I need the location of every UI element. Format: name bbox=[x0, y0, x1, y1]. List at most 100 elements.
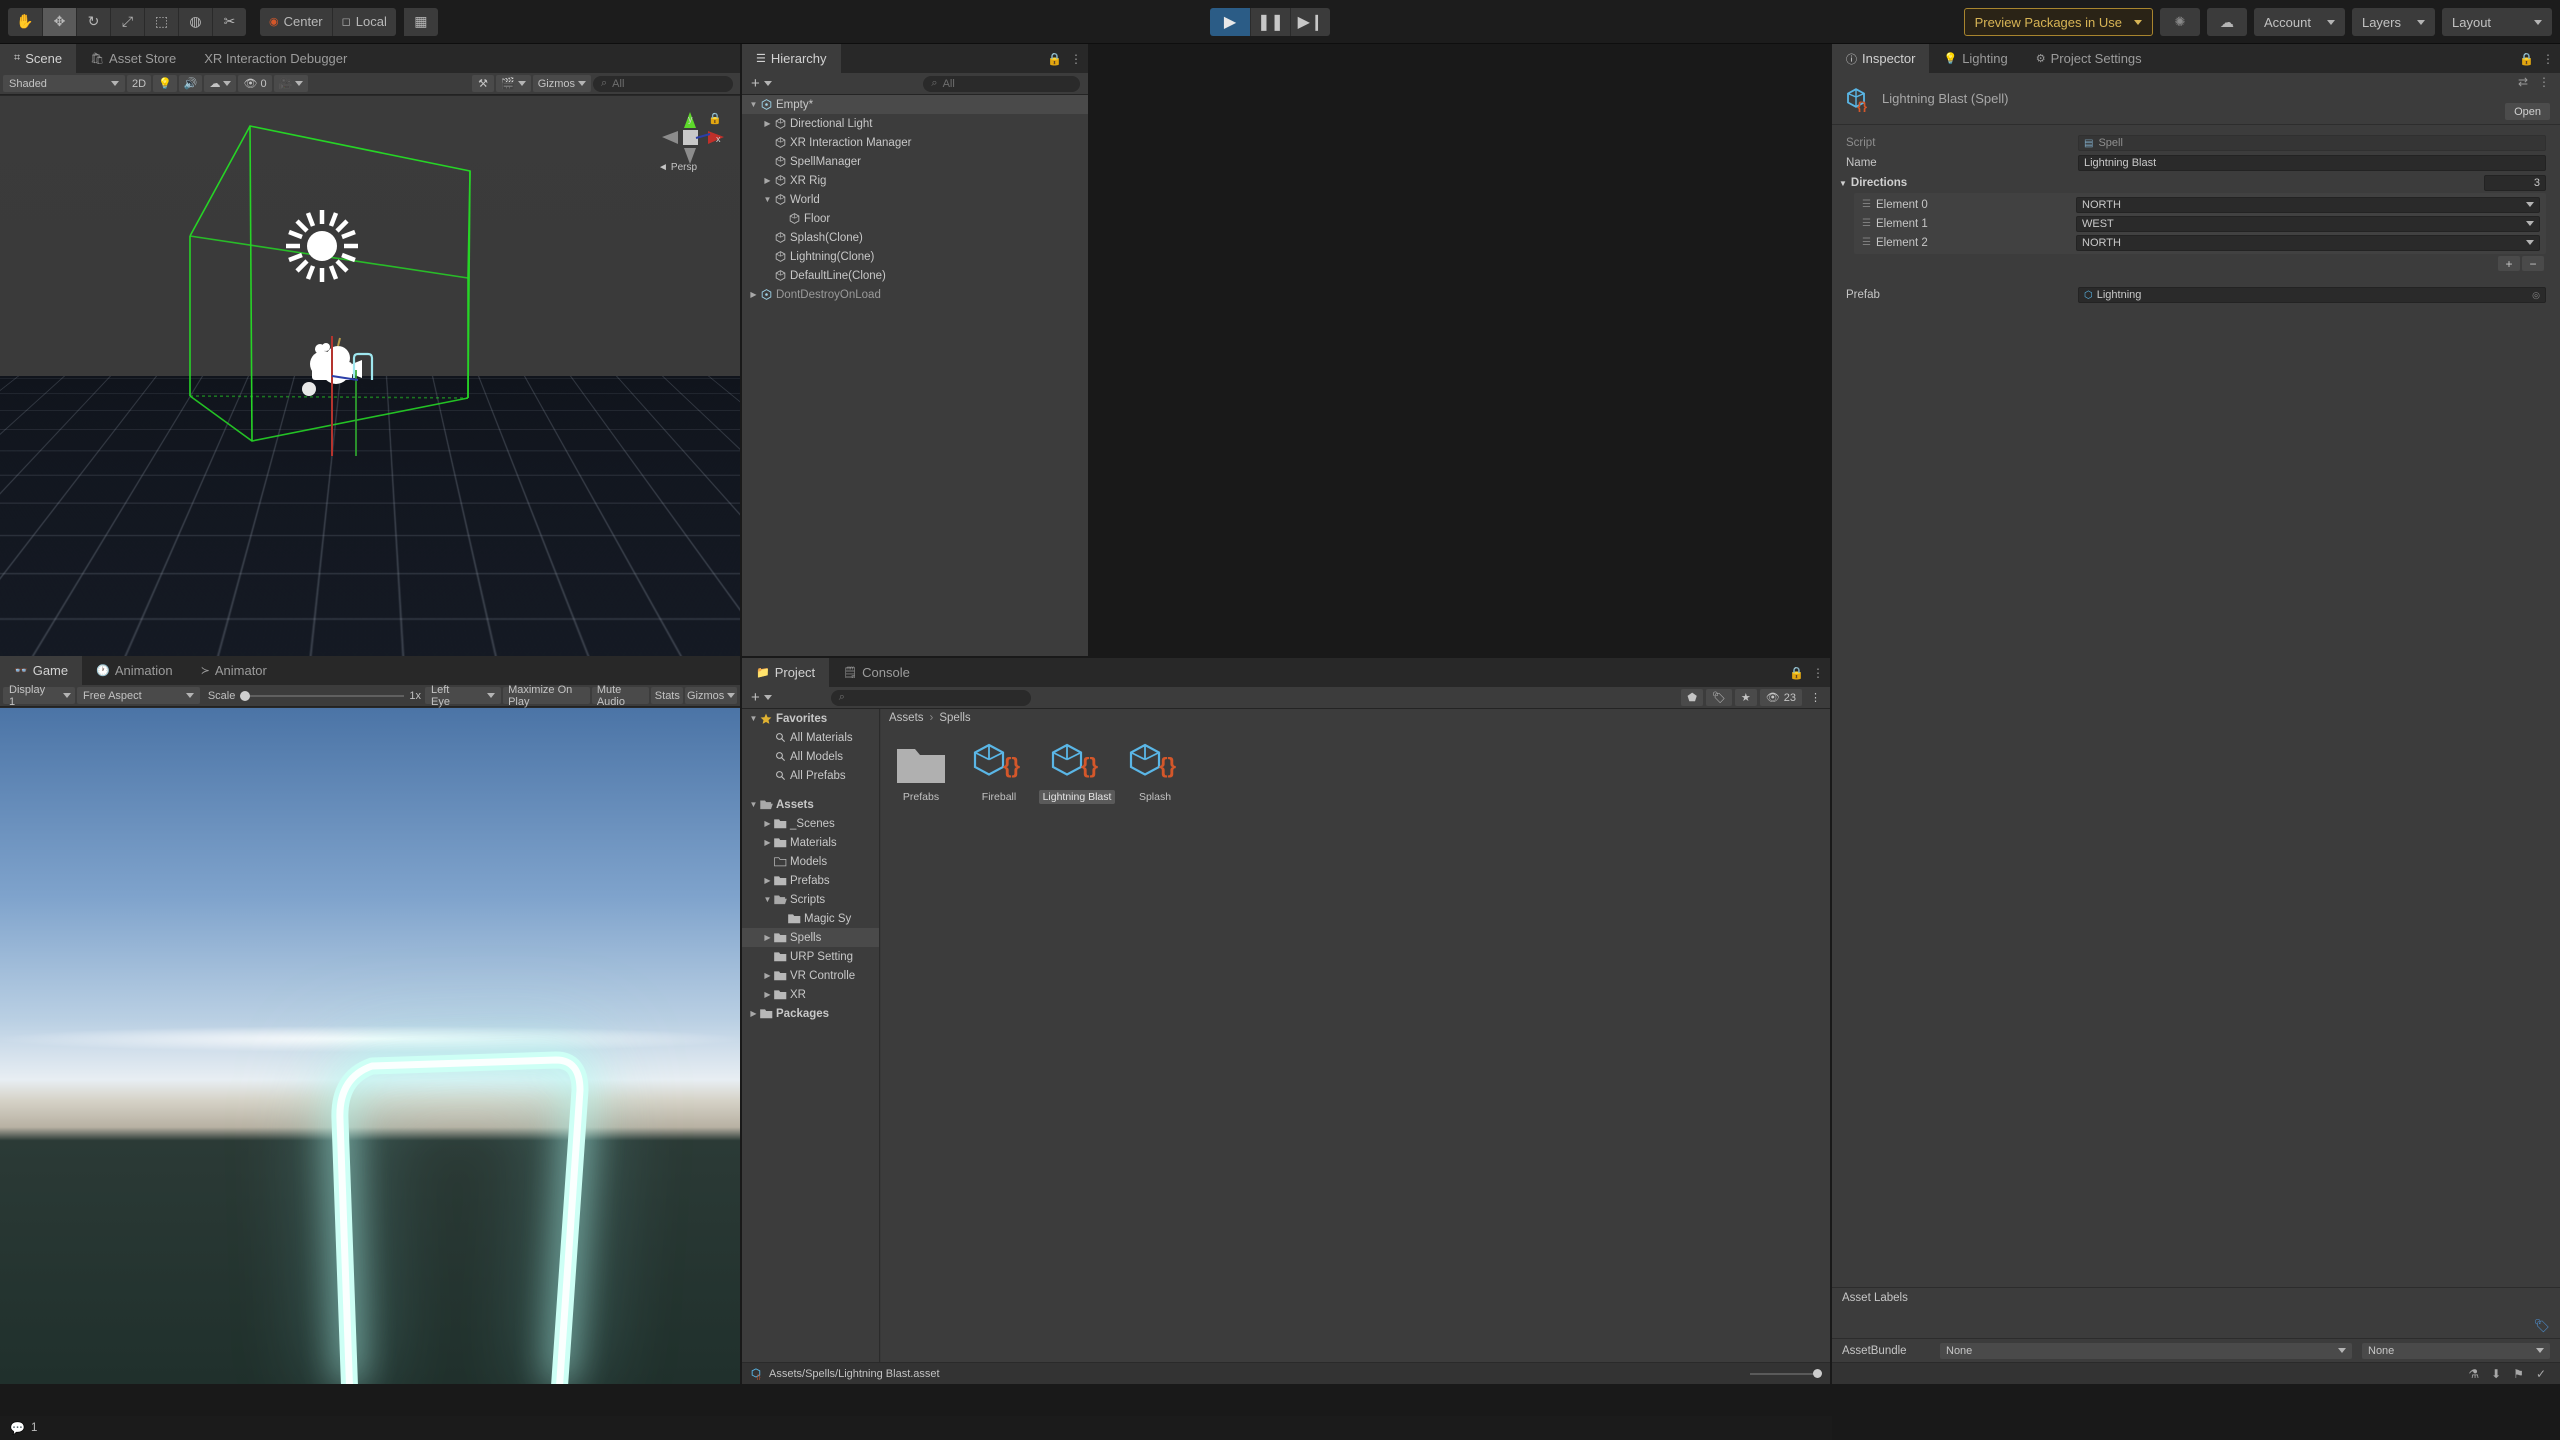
scale-slider[interactable] bbox=[240, 690, 405, 702]
drag-handle-icon[interactable]: ☰ bbox=[1862, 237, 1876, 248]
tab-xr-interaction-debugger[interactable]: XR Interaction Debugger bbox=[190, 44, 361, 73]
hierarchy-item-empty[interactable]: ▼ Empty* bbox=[742, 95, 1088, 114]
step-button[interactable]: ▶❙ bbox=[1290, 8, 1330, 36]
custom-tool-button[interactable]: ✂ bbox=[212, 7, 246, 36]
cloud-button[interactable]: ☁ bbox=[2206, 8, 2247, 36]
directions-element-row-0[interactable]: ☰ Element 0 NORTH bbox=[1854, 195, 2546, 214]
thumbnail-size-slider[interactable] bbox=[1750, 1368, 1822, 1379]
project-kebab-menu[interactable]: ⋮ bbox=[1805, 691, 1826, 704]
scene-visibility-button[interactable]: 👁 0 bbox=[238, 75, 272, 92]
directions-foldout[interactable]: ▼ Directions 3 bbox=[1832, 173, 2560, 193]
tab-scene[interactable]: ⌗ Scene bbox=[0, 44, 77, 73]
name-input[interactable]: Lightning Blast bbox=[2078, 155, 2546, 171]
layout-dropdown[interactable]: Layout bbox=[2442, 8, 2552, 36]
asset-item-lightning-blast[interactable]: {} Lightning Blast bbox=[1038, 741, 1116, 804]
assetbundle-dropdown[interactable]: None bbox=[1940, 1342, 2352, 1359]
hierarchy-item-spellmanager[interactable]: SpellManager bbox=[742, 152, 1088, 171]
kebab-menu-icon[interactable]: ⋮ bbox=[1812, 666, 1824, 680]
scale-slider-handle[interactable] bbox=[240, 690, 251, 701]
element-enum-dropdown[interactable]: NORTH bbox=[2076, 234, 2540, 251]
assetbundle-variant-dropdown[interactable]: None bbox=[2362, 1342, 2550, 1359]
tab-hierarchy[interactable]: ☰ Hierarchy bbox=[742, 44, 841, 73]
project-tree-item-vr-controlle[interactable]: ▶ VR Controlle bbox=[742, 966, 879, 985]
hierarchy-item-defaultline-clone[interactable]: DefaultLine(Clone) bbox=[742, 266, 1088, 285]
project-tree-item-xr[interactable]: ▶ XR bbox=[742, 985, 879, 1004]
pivot-rotation-button[interactable]: ◻ Local bbox=[331, 7, 396, 36]
check-circle-icon[interactable]: ✓ bbox=[2536, 1367, 2546, 1381]
tab-asset-store[interactable]: 🛍 Asset Store bbox=[76, 44, 190, 73]
project-tree-item-prefabs[interactable]: ▶ Prefabs bbox=[742, 871, 879, 890]
twisty-right-icon[interactable]: ▶ bbox=[762, 876, 773, 885]
console-message-icon[interactable]: 💬 bbox=[10, 1421, 25, 1435]
prefab-object-field[interactable]: ⬡ Lightning ◎ bbox=[2078, 287, 2546, 303]
twisty-right-icon[interactable]: ▶ bbox=[762, 119, 773, 128]
twisty-right-icon[interactable]: ▶ bbox=[762, 990, 773, 999]
filter-by-label-button[interactable]: 🏷 bbox=[1705, 689, 1732, 706]
rotate-tool-button[interactable]: ↻ bbox=[76, 7, 110, 36]
breadcrumb-segment[interactable]: Assets bbox=[889, 712, 924, 724]
scene-tools-button[interactable]: ⚒ bbox=[472, 75, 495, 92]
maximize-on-play-button[interactable]: Maximize On Play bbox=[503, 684, 590, 708]
twisty-right-icon[interactable]: ▶ bbox=[762, 971, 773, 980]
lock-icon[interactable]: 🔒 bbox=[1047, 52, 1062, 66]
tab-animator[interactable]: ≻ Animator bbox=[187, 656, 281, 685]
tab-game[interactable]: 👓 Game bbox=[0, 656, 83, 685]
directional-light-gizmo-icon[interactable] bbox=[280, 204, 364, 288]
project-tree-item-packages[interactable]: ▶ Packages bbox=[742, 1004, 879, 1023]
move-tool-button[interactable]: ✥ bbox=[42, 7, 76, 36]
scene-orientation-gizmo[interactable]: y x 🔒 ◄ Persp bbox=[658, 112, 724, 180]
scene-search-input[interactable]: ⌕ All bbox=[593, 75, 733, 92]
directions-element-row-1[interactable]: ☰ Element 1 WEST bbox=[1854, 214, 2546, 233]
open-asset-button[interactable]: Open bbox=[2505, 103, 2550, 120]
twisty-right-icon[interactable]: ▶ bbox=[762, 819, 773, 828]
tab-console[interactable]: 🗒 Console bbox=[829, 658, 924, 687]
twisty-down-icon[interactable]: ▼ bbox=[748, 800, 759, 809]
scale-slider-group[interactable]: Scale 1x bbox=[208, 690, 421, 702]
eye-dropdown[interactable]: Left Eye bbox=[424, 684, 502, 708]
asset-item-splash[interactable]: {} Splash bbox=[1127, 741, 1183, 804]
twisty-down-icon[interactable]: ▼ bbox=[762, 195, 773, 204]
object-picker-icon[interactable]: ◎ bbox=[2532, 290, 2540, 301]
bake-icon[interactable]: ⚗ bbox=[2468, 1367, 2479, 1381]
project-tree-item-all-prefabs[interactable]: All Prefabs bbox=[742, 766, 879, 785]
gizmo-lock-icon[interactable]: 🔒 bbox=[708, 112, 722, 125]
hierarchy-item-world[interactable]: ▼ World bbox=[742, 190, 1088, 209]
breadcrumb-segment[interactable]: Spells bbox=[939, 712, 970, 724]
kebab-menu-icon[interactable]: ⋮ bbox=[2538, 75, 2550, 89]
scene-camera-dropdown[interactable]: 🎬 bbox=[496, 75, 531, 92]
drag-handle-icon[interactable]: ☰ bbox=[1862, 218, 1876, 229]
asset-item-fireball[interactable]: {} Fireball bbox=[971, 741, 1027, 804]
twisty-right-icon[interactable]: ▶ bbox=[748, 1009, 759, 1018]
scale-tool-button[interactable]: ⤢ bbox=[110, 7, 144, 36]
asset-item-prefabs[interactable]: Prefabs bbox=[893, 741, 949, 804]
play-button[interactable]: ▶ bbox=[1210, 8, 1250, 36]
hierarchy-tree[interactable]: ▼ Empty* ▶ Directional Light XR Interaction … bbox=[742, 95, 1088, 656]
scene-viewport[interactable]: y x 🔒 ◄ Persp bbox=[0, 96, 740, 656]
asset-grid[interactable]: Prefabs {} Fireball {} Lightning Blast {} Spla… bbox=[881, 727, 1830, 818]
tab-inspector[interactable]: ⓘ Inspector bbox=[1832, 44, 1930, 73]
rect-tool-button[interactable]: ⬚ bbox=[144, 7, 178, 36]
project-create-button[interactable]: + bbox=[746, 690, 777, 705]
tab-lighting[interactable]: 💡 Lighting bbox=[1929, 44, 2021, 73]
drag-handle-icon[interactable]: ☰ bbox=[1862, 199, 1876, 210]
game-gizmos-dropdown[interactable]: Gizmos bbox=[685, 687, 737, 704]
hierarchy-item-lightning-clone[interactable]: Lightning(Clone) bbox=[742, 247, 1088, 266]
hierarchy-item-floor[interactable]: Floor bbox=[742, 209, 1088, 228]
lock-icon[interactable]: 🔒 bbox=[1789, 666, 1804, 680]
project-visibility-count[interactable]: 👁 23 bbox=[1759, 689, 1802, 706]
perspective-label[interactable]: Persp bbox=[671, 162, 697, 173]
hierarchy-item-xr-interaction-manager[interactable]: XR Interaction Manager bbox=[742, 133, 1088, 152]
stats-button[interactable]: Stats bbox=[651, 687, 684, 704]
twisty-down-icon[interactable]: ▼ bbox=[748, 714, 759, 723]
hierarchy-item-dontdestroyonload[interactable]: ▶ DontDestroyOnLoad bbox=[742, 285, 1088, 304]
scene-audio-button[interactable]: 🔊 bbox=[178, 75, 203, 92]
slider-handle[interactable] bbox=[1813, 1368, 1822, 1378]
collab-button[interactable]: ✺ bbox=[2159, 8, 2200, 36]
tab-project[interactable]: 📁 Project bbox=[742, 658, 830, 687]
pivot-mode-button[interactable]: ◉ Center bbox=[260, 7, 332, 36]
hierarchy-item-xr-rig[interactable]: ▶ XR Rig bbox=[742, 171, 1088, 190]
element-enum-dropdown[interactable]: WEST bbox=[2076, 215, 2540, 232]
layers-dropdown[interactable]: Layers bbox=[2351, 8, 2435, 36]
twisty-right-icon[interactable]: ▶ bbox=[748, 290, 759, 299]
project-tree-item-scenes[interactable]: ▶ _Scenes bbox=[742, 814, 879, 833]
